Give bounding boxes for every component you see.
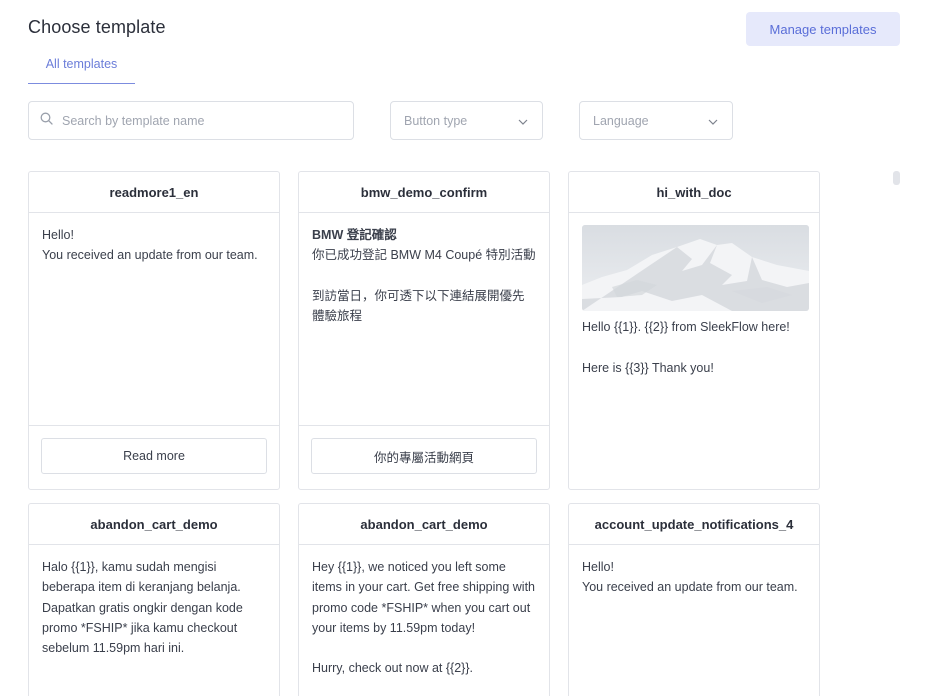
button-type-select[interactable]: Button type bbox=[390, 101, 543, 140]
template-card-hi-with-doc[interactable]: hi_with_doc Hello {{1}}. {{2}} from Slee… bbox=[568, 171, 820, 490]
tab-all-templates[interactable]: All templates bbox=[28, 57, 135, 84]
card-footer: 你的專屬活動網頁 bbox=[299, 425, 549, 489]
card-body: Hello {{1}}. {{2}} from SleekFlow here! … bbox=[582, 320, 790, 375]
card-title: abandon_cart_demo bbox=[29, 504, 279, 545]
chevron-down-icon bbox=[708, 114, 718, 128]
card-body: BMW 登記確認你已成功登記 BMW M4 Coupé 特別活動 到訪當日，你可… bbox=[299, 213, 549, 326]
search-icon bbox=[40, 112, 53, 130]
language-placeholder: Language bbox=[593, 113, 649, 128]
template-card-bmw-demo-confirm[interactable]: bmw_demo_confirm BMW 登記確認你已成功登記 BMW M4 C… bbox=[298, 171, 550, 490]
template-card-abandon-cart-demo-id[interactable]: abandon_cart_demo Halo {{1}}, kamu sudah… bbox=[28, 503, 280, 696]
card-body: Hello! You received an update from our t… bbox=[582, 560, 798, 595]
card-body-heading: BMW 登記確認 bbox=[312, 228, 397, 242]
template-card-readmore1-en[interactable]: readmore1_en Hello! You received an upda… bbox=[28, 171, 280, 490]
card-body: Hey {{1}}, we noticed you left some item… bbox=[312, 560, 536, 676]
search-input[interactable] bbox=[62, 113, 322, 128]
template-card-account-update-notifications-4[interactable]: account_update_notifications_4 Hello! Yo… bbox=[568, 503, 820, 696]
card-body: Hello! You received an update from our t… bbox=[42, 228, 258, 263]
card-footer: Read more bbox=[29, 425, 279, 489]
search-box[interactable] bbox=[28, 101, 354, 140]
manage-templates-button[interactable]: Manage templates bbox=[746, 12, 900, 46]
card-title: abandon_cart_demo bbox=[299, 504, 549, 545]
button-type-placeholder: Button type bbox=[404, 113, 468, 128]
card-title: account_update_notifications_4 bbox=[569, 504, 819, 545]
page-title: Choose template bbox=[28, 17, 166, 37]
header-image bbox=[582, 225, 809, 311]
chevron-down-icon bbox=[518, 114, 528, 128]
template-card-abandon-cart-demo-en[interactable]: abandon_cart_demo Hey {{1}}, we noticed … bbox=[298, 503, 550, 696]
card-body: Halo {{1}}, kamu sudah mengisi beberapa … bbox=[42, 560, 243, 656]
card-body-text: 你已成功登記 BMW M4 Coupé 特別活動 到訪當日，你可透下以下連結展開… bbox=[312, 248, 536, 324]
card-title: hi_with_doc bbox=[569, 172, 819, 213]
card-title: bmw_demo_confirm bbox=[299, 172, 549, 213]
read-more-button[interactable]: Read more bbox=[41, 438, 267, 474]
event-page-button[interactable]: 你的專屬活動網頁 bbox=[311, 438, 537, 474]
card-title: readmore1_en bbox=[29, 172, 279, 213]
language-select[interactable]: Language bbox=[579, 101, 733, 140]
scrollbar-thumb[interactable] bbox=[893, 171, 900, 185]
